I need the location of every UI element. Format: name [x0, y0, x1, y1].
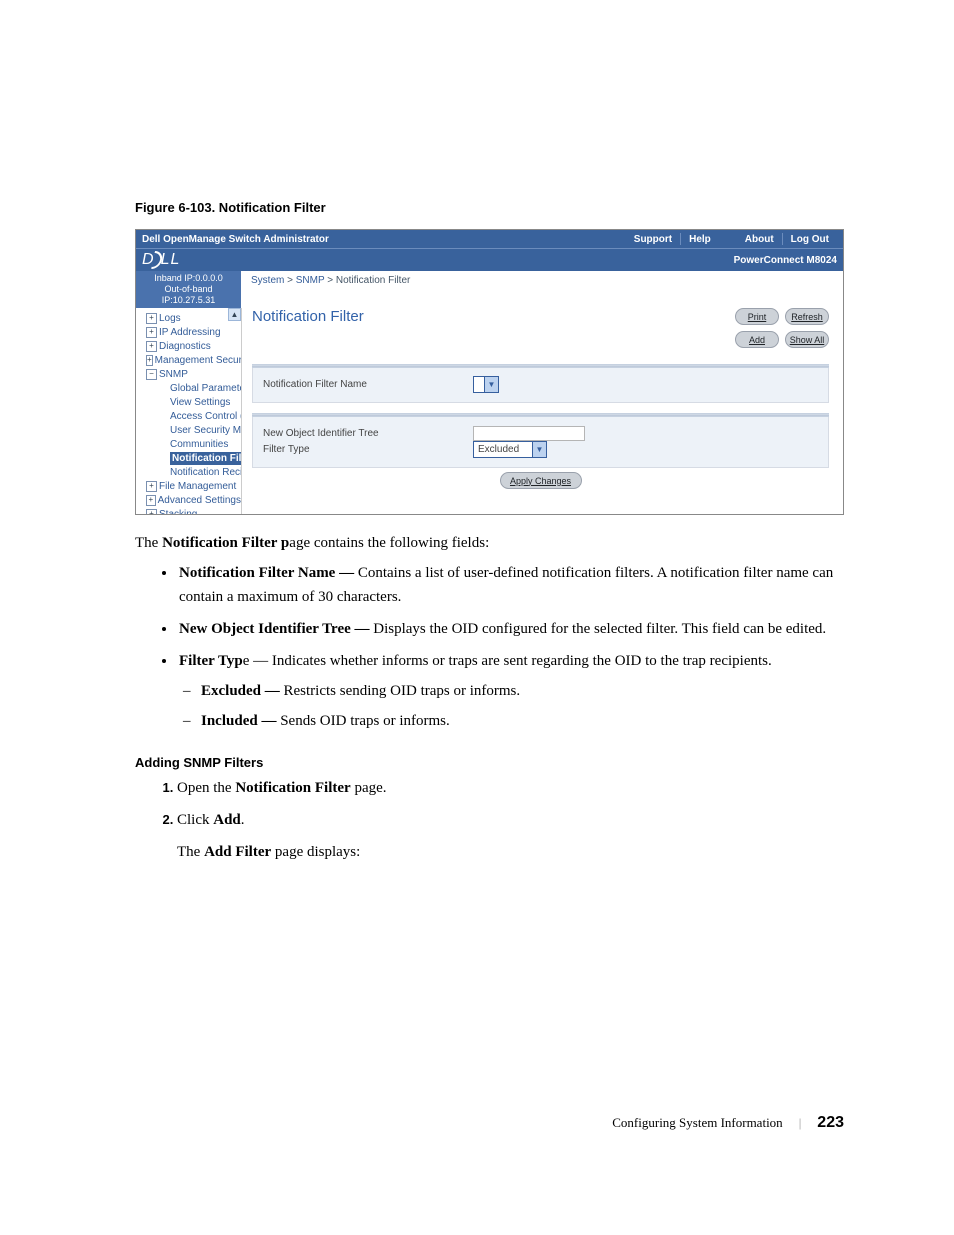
app-screenshot: Dell OpenManage Switch Administrator Sup… [135, 229, 844, 515]
sidebar-item-access-control[interactable]: Access Control ( [140, 409, 241, 423]
oob-ip: Out-of-band IP:10.27.5.31 [144, 284, 233, 306]
form-row-oid-tree: New Object Identifier Tree [253, 425, 828, 441]
figure-caption: Figure 6-103. Notification Filter [135, 200, 844, 215]
sidebar-item-diagnostics[interactable]: +Diagnostics [140, 339, 241, 353]
list-item: Included — Sends OID traps or informs. [201, 709, 844, 733]
section-heading: Adding SNMP Filters [135, 755, 844, 770]
sidebar-item-advanced-settings[interactable]: +Advanced Settings [140, 493, 241, 507]
sidebar-item-notification-reci[interactable]: Notification Reci [140, 465, 241, 479]
add-button[interactable]: Add [735, 331, 779, 348]
app-title: Dell OpenManage Switch Administrator [142, 234, 626, 245]
list-item: New Object Identifier Tree — Displays th… [177, 617, 844, 641]
help-link[interactable]: Help [681, 230, 719, 248]
print-button[interactable]: Print [735, 308, 779, 325]
collapse-icon[interactable]: + [146, 481, 157, 492]
sidebar-item-communities[interactable]: Communities [140, 437, 241, 451]
oid-tree-label: New Object Identifier Tree [263, 428, 473, 439]
collapse-icon[interactable]: + [146, 341, 157, 352]
logout-link[interactable]: Log Out [783, 230, 837, 248]
chevron-down-icon: ▼ [484, 377, 498, 392]
step-result: The Add Filter page displays: [177, 840, 844, 864]
chevron-down-icon: ▼ [532, 442, 546, 457]
crumb-snmp[interactable]: SNMP [296, 275, 325, 286]
filter-type-label: Filter Type [263, 444, 473, 455]
collapse-icon[interactable]: − [146, 369, 157, 380]
crumb-current: Notification Filter [336, 275, 410, 286]
sidebar-item-view-settings[interactable]: View Settings [140, 395, 241, 409]
ip-info: Inband IP:0.0.0.0 Out-of-band IP:10.27.5… [136, 271, 241, 308]
refresh-button[interactable]: Refresh [785, 308, 829, 325]
support-link[interactable]: Support [626, 230, 680, 248]
page-number: 223 [817, 1114, 844, 1132]
sidebar-item-snmp[interactable]: −SNMP [140, 367, 241, 381]
scroll-up-icon[interactable]: ▲ [228, 308, 241, 321]
sidebar-item-stacking[interactable]: +Stacking [140, 507, 241, 514]
titlebar: Dell OpenManage Switch Administrator Sup… [136, 230, 843, 248]
sidebar-item-ip-addressing[interactable]: +IP Addressing [140, 325, 241, 339]
list-item: Notification Filter Name — Contains a li… [177, 561, 844, 609]
collapse-icon[interactable]: + [146, 355, 153, 366]
collapse-icon[interactable]: + [146, 495, 156, 506]
device-label: PowerConnect M8024 [734, 255, 837, 266]
collapse-icon[interactable]: + [146, 509, 157, 515]
form-row-filter-name: Notification Filter Name ▼ [253, 376, 828, 392]
main-panel: Notification Filter Print Refresh Add Sh… [242, 308, 843, 514]
list-item: Filter Type — Indicates whether informs … [177, 649, 844, 733]
apply-changes-button[interactable]: Apply Changes [500, 472, 582, 489]
form-row-filter-type: Filter Type Excluded▼ [253, 441, 828, 457]
collapse-icon[interactable]: + [146, 327, 157, 338]
document-page: Figure 6-103. Notification Filter Dell O… [0, 0, 954, 1192]
logobar: DLL PowerConnect M8024 [136, 248, 843, 271]
collapse-icon[interactable]: + [146, 313, 157, 324]
filter-type-select[interactable]: Excluded▼ [473, 441, 547, 458]
filter-name-label: Notification Filter Name [263, 379, 473, 390]
field-list: Notification Filter Name — Contains a li… [135, 561, 844, 733]
dell-logo: DLL [142, 251, 180, 269]
about-link[interactable]: About [737, 230, 782, 248]
sidebar-item-logs[interactable]: +Logs [140, 311, 241, 325]
nav-tree: +Logs +IP Addressing +Diagnostics +Manag… [136, 308, 241, 514]
intro-paragraph: The Notification Filter page contains th… [135, 531, 844, 555]
footer-section: Configuring System Information [612, 1115, 782, 1131]
footer-separator: | [799, 1115, 802, 1131]
list-item: Open the Notification Filter page. [177, 776, 844, 800]
list-item: Click Add. [177, 808, 844, 832]
sidebar-item-notification-filter[interactable]: Notification Filt [140, 451, 241, 465]
inband-ip: Inband IP:0.0.0.0 [144, 273, 233, 284]
logo-ring-icon [151, 251, 164, 269]
steps-list: Open the Notification Filter page. Click… [135, 776, 844, 832]
sidebar-item-user-security[interactable]: User Security M [140, 423, 241, 437]
crumb-system[interactable]: System [251, 275, 284, 286]
showall-button[interactable]: Show All [785, 331, 829, 348]
sidebar-item-global-params[interactable]: Global Paramete [140, 381, 241, 395]
sidebar-item-mgmt-security[interactable]: +Management Secur [140, 353, 241, 367]
sidebar: ▲ +Logs +IP Addressing +Diagnostics +Man… [136, 308, 242, 514]
breadcrumb: System > SNMP > Notification Filter [241, 271, 843, 308]
list-item: Excluded — Restricts sending OID traps o… [201, 679, 844, 703]
oid-tree-input[interactable] [473, 426, 585, 441]
page-footer: Configuring System Information | 223 [135, 1114, 844, 1132]
filter-name-select[interactable]: ▼ [473, 376, 499, 393]
sidebar-item-file-mgmt[interactable]: +File Management [140, 479, 241, 493]
page-title: Notification Filter [252, 308, 735, 325]
